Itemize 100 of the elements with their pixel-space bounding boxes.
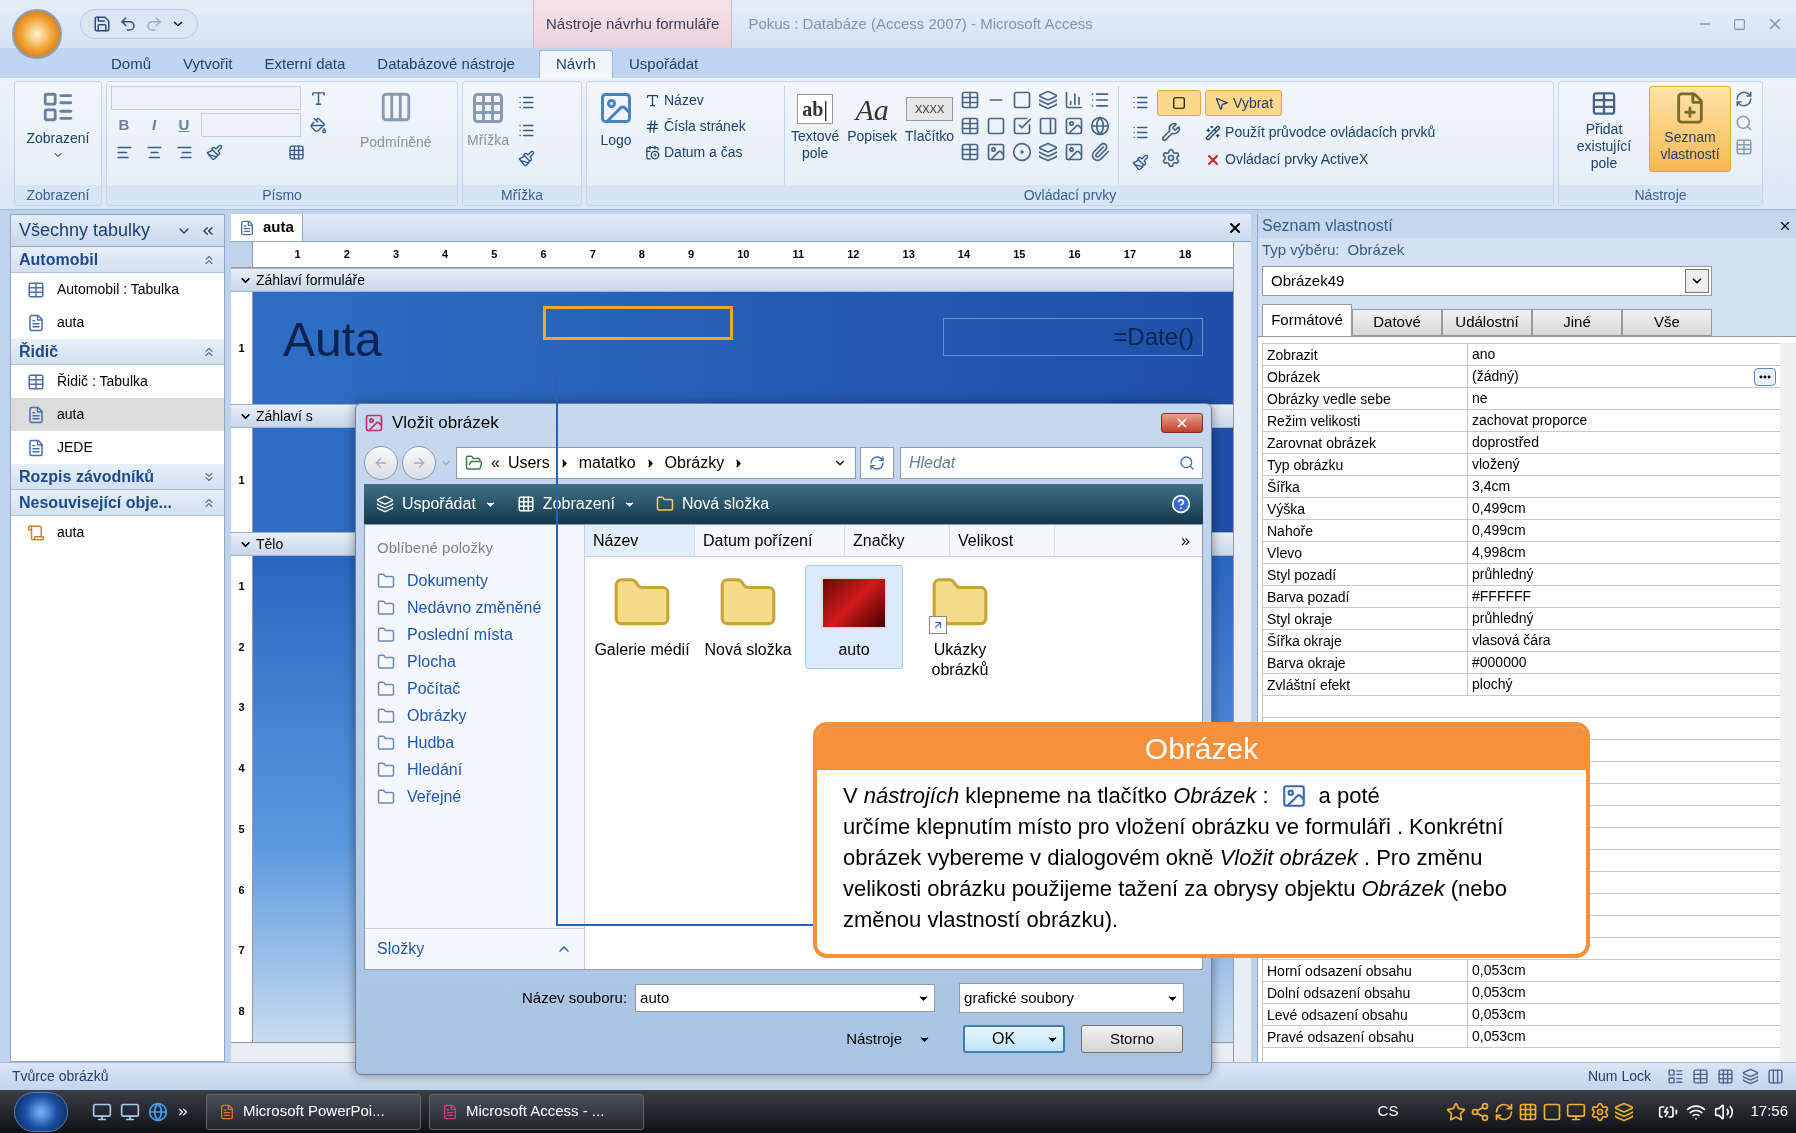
font-name-field[interactable] bbox=[111, 86, 301, 110]
path-segment[interactable]: matatko bbox=[578, 451, 636, 475]
selected-image-control[interactable] bbox=[543, 306, 733, 340]
column-header[interactable]: Velikost bbox=[950, 525, 1055, 556]
tray-icon[interactable] bbox=[1566, 1101, 1587, 1122]
format-painter-icon[interactable] bbox=[205, 143, 223, 161]
maximize-icon[interactable] bbox=[1733, 17, 1746, 31]
filename-field[interactable]: auto bbox=[635, 984, 936, 1012]
control-tool-button[interactable]: Aa Popisek bbox=[845, 86, 900, 145]
column-header[interactable]: Značky bbox=[845, 525, 950, 556]
close-icon[interactable] bbox=[1778, 219, 1792, 233]
font-color-icon[interactable] bbox=[309, 89, 327, 107]
favorite-link[interactable]: Plocha bbox=[365, 648, 584, 676]
ribbon-tab[interactable]: Domů bbox=[95, 50, 167, 78]
property-value[interactable]: 0,053cm bbox=[1472, 1026, 1526, 1047]
tray-icon[interactable] bbox=[1590, 1101, 1611, 1122]
property-value[interactable]: #FFFFFF bbox=[1472, 586, 1532, 607]
ok-button[interactable]: OK bbox=[963, 1025, 1065, 1053]
control-icon[interactable] bbox=[1090, 142, 1111, 162]
gridlines-icon[interactable] bbox=[287, 143, 305, 161]
builder-button[interactable] bbox=[1754, 367, 1776, 386]
file-item[interactable]: Galerie médií bbox=[593, 565, 691, 669]
ribbon-tab[interactable]: Externí data bbox=[248, 50, 362, 78]
favorite-link[interactable]: Poslední místa bbox=[365, 621, 584, 649]
nav-item[interactable]: auta bbox=[11, 516, 224, 549]
header-tool-button[interactable]: Čísla stránek bbox=[645, 116, 780, 137]
tray-icon[interactable] bbox=[1494, 1101, 1515, 1122]
view-button[interactable]: Zobrazení bbox=[19, 86, 97, 161]
property-value[interactable]: (žádný) bbox=[1472, 366, 1519, 387]
favorite-link[interactable]: Počítač bbox=[365, 675, 584, 703]
ribbon-tab[interactable]: Uspořádat bbox=[612, 50, 715, 78]
property-value[interactable]: 0,053cm bbox=[1472, 960, 1526, 981]
column-header[interactable]: Datum pořízení bbox=[695, 525, 845, 556]
control-icon[interactable] bbox=[1090, 116, 1111, 136]
control-icon[interactable] bbox=[1064, 142, 1085, 162]
font-size-field[interactable] bbox=[201, 113, 301, 137]
section-bar[interactable]: Záhlaví formuláře bbox=[231, 268, 1233, 292]
nav-group-header[interactable]: Řidič bbox=[11, 339, 224, 365]
ribbon-tab[interactable]: Databázové nástroje bbox=[361, 50, 531, 78]
activex-button[interactable]: Ovládací prvky ActiveX bbox=[1205, 149, 1436, 170]
tool-button[interactable]: Seznam vlastností bbox=[1649, 86, 1731, 172]
header-tool-button[interactable]: Datum a čas bbox=[645, 142, 780, 163]
property-value[interactable]: vložený bbox=[1472, 454, 1520, 475]
more-columns[interactable]: » bbox=[1169, 525, 1202, 556]
control-icon[interactable] bbox=[1012, 116, 1033, 136]
control-icon[interactable] bbox=[960, 142, 981, 162]
control-icon[interactable] bbox=[986, 116, 1007, 136]
font-style-button[interactable]: B bbox=[111, 113, 137, 137]
path-overflow[interactable]: « bbox=[491, 451, 500, 475]
wizard-button[interactable]: Použít průvodce ovládacích prvků bbox=[1205, 122, 1436, 143]
favorite-link[interactable]: Dokumenty bbox=[365, 567, 584, 595]
nav-group-header[interactable]: Rozpis závodníků bbox=[11, 464, 224, 490]
tray-icon[interactable] bbox=[1518, 1101, 1539, 1122]
control-icon[interactable] bbox=[960, 90, 981, 110]
search-icon[interactable] bbox=[1735, 114, 1753, 132]
taskbar-button[interactable]: Microsoft Access - ... bbox=[429, 1093, 644, 1130]
property-value[interactable]: 0,053cm bbox=[1472, 1004, 1526, 1025]
tray-icon[interactable] bbox=[1614, 1101, 1635, 1122]
tray-icon[interactable] bbox=[1542, 1101, 1563, 1122]
cancel-button[interactable]: Storno bbox=[1081, 1025, 1183, 1053]
font-style-button[interactable]: I bbox=[141, 113, 167, 137]
close-button[interactable] bbox=[1161, 413, 1203, 433]
toolbar-button[interactable]: Nová složka bbox=[655, 492, 770, 516]
nav-item[interactable]: Automobil : Tabulka bbox=[11, 273, 224, 306]
tool-button[interactable]: Přidat existující pole bbox=[1563, 86, 1645, 172]
control-icon[interactable] bbox=[1012, 90, 1033, 110]
view-switch-icon[interactable] bbox=[1742, 1068, 1759, 1085]
path-segment[interactable]: Users bbox=[507, 451, 550, 475]
font-style-button[interactable]: U bbox=[171, 113, 197, 137]
tray-icon[interactable] bbox=[1470, 1101, 1491, 1122]
window-icon[interactable] bbox=[120, 1101, 140, 1122]
control-icon[interactable] bbox=[986, 142, 1007, 162]
nav-item[interactable]: JEDE bbox=[11, 431, 224, 464]
pen-icon[interactable] bbox=[517, 149, 535, 167]
volume-icon[interactable] bbox=[1714, 1101, 1735, 1122]
property-tab[interactable]: Datové bbox=[1352, 309, 1442, 336]
document-tab[interactable]: auta bbox=[231, 214, 303, 241]
property-value[interactable]: 0,499cm bbox=[1472, 498, 1526, 519]
file-item[interactable]: Ukázky obrázků bbox=[911, 565, 1009, 689]
property-value[interactable]: 3,4cm bbox=[1472, 476, 1511, 497]
control-icon[interactable] bbox=[1038, 142, 1059, 162]
ribbon-tab[interactable]: Návrh bbox=[538, 50, 613, 78]
property-value[interactable]: doprostřed bbox=[1472, 432, 1539, 453]
property-value[interactable]: průhledný bbox=[1472, 608, 1534, 629]
favorite-link[interactable]: Nedávno změněné bbox=[365, 594, 584, 622]
property-value[interactable]: #000000 bbox=[1472, 652, 1527, 673]
nav-item[interactable]: Řidič : Tabulka bbox=[11, 365, 224, 398]
control-icon[interactable] bbox=[1064, 90, 1085, 110]
view-switch-icon[interactable] bbox=[1667, 1068, 1684, 1085]
view-switch-icon[interactable] bbox=[1717, 1068, 1734, 1085]
property-value[interactable]: zachovat proporce bbox=[1472, 410, 1588, 431]
control-icon[interactable] bbox=[1090, 90, 1111, 110]
property-value[interactable]: 0,499cm bbox=[1472, 520, 1526, 541]
favorite-link[interactable]: Veřejné bbox=[365, 783, 584, 811]
property-value[interactable]: ne bbox=[1472, 388, 1488, 409]
line-color-icon[interactable] bbox=[1131, 153, 1149, 171]
property-value[interactable]: ano bbox=[1472, 344, 1496, 365]
settings-icon[interactable] bbox=[1161, 148, 1182, 168]
nav-item[interactable]: auta bbox=[11, 306, 224, 339]
view-switch-icon[interactable] bbox=[1767, 1068, 1784, 1085]
